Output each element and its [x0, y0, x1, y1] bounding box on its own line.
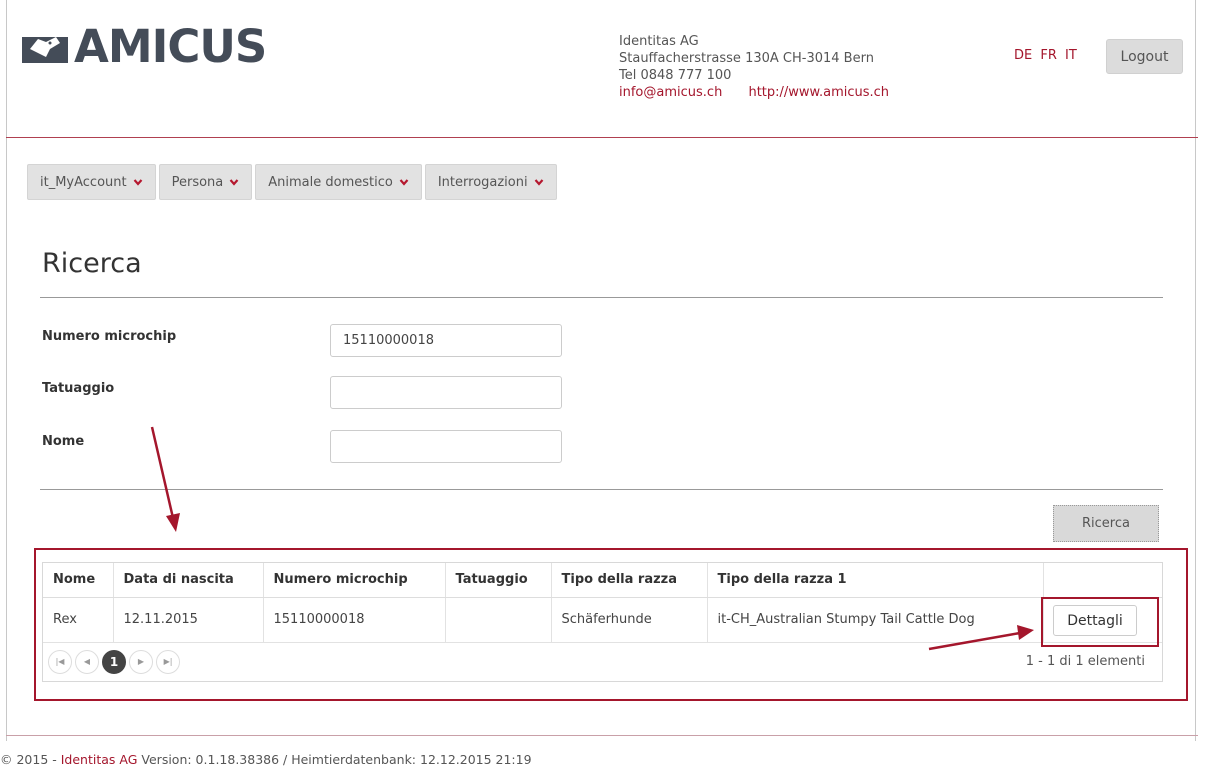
col-header-data-nascita[interactable]: Data di nascita — [113, 563, 264, 598]
col-header-actions — [1043, 563, 1162, 598]
microchip-input[interactable] — [330, 324, 562, 357]
company-phone: Tel 0848 777 100 — [619, 68, 732, 83]
nav-label: Animale domestico — [268, 174, 393, 190]
dog-logo-icon — [22, 36, 68, 63]
name-label: Nome — [42, 434, 85, 449]
cell-nome: Rex — [43, 597, 114, 643]
col-header-tatuaggio[interactable]: Tatuaggio — [445, 563, 552, 598]
chevron-down-icon — [534, 179, 543, 186]
nav-label: Persona — [171, 174, 224, 190]
lang-de-link[interactable]: DE — [1014, 48, 1032, 63]
tattoo-label: Tatuaggio — [42, 381, 115, 396]
footer-company-link[interactable]: Identitas AG — [61, 752, 138, 767]
results-grid: Nome Data di nascita Numero microchip Ta… — [42, 562, 1163, 682]
company-name: Identitas AG — [619, 34, 699, 49]
prev-page-icon[interactable]: ◀ — [75, 649, 99, 674]
pager: |◀ ◀ 1 ▶ ▶| — [48, 649, 180, 674]
last-page-icon[interactable]: ▶| — [156, 649, 180, 674]
name-input[interactable] — [330, 430, 562, 463]
results-table: Nome Data di nascita Numero microchip Ta… — [43, 563, 1162, 643]
next-page-icon[interactable]: ▶ — [129, 649, 153, 674]
footer-version: Version: 0.1.18.38386 / Heimtierdatenban… — [137, 752, 532, 767]
footer-divider — [6, 735, 1198, 736]
nav-interrogazioni[interactable]: Interrogazioni — [424, 164, 557, 200]
page-title: Ricerca — [42, 248, 142, 279]
logout-button[interactable]: Logout — [1106, 39, 1183, 74]
company-email-link[interactable]: info@amicus.ch — [619, 85, 722, 100]
cell-razza-1: it-CH_Australian Stumpy Tail Cattle Dog — [707, 597, 1044, 643]
nav-my-account[interactable]: it_MyAccount — [27, 164, 156, 200]
pager-info: 1 - 1 di 1 elementi — [1025, 654, 1145, 669]
table-row[interactable]: Rex 12.11.2015 15110000018 Schäferhunde … — [43, 597, 1162, 643]
nav-persona[interactable]: Persona — [158, 164, 253, 200]
details-button[interactable]: Dettagli — [1053, 605, 1137, 636]
footer-copyright: © 2015 - — [0, 752, 61, 767]
table-header-row: Nome Data di nascita Numero microchip Ta… — [43, 563, 1162, 598]
tattoo-input[interactable] — [330, 376, 562, 409]
lang-fr-link[interactable]: FR — [1040, 48, 1057, 63]
footer: © 2015 - Identitas AG Version: 0.1.18.38… — [0, 752, 532, 767]
nav-label: Interrogazioni — [437, 174, 528, 190]
col-header-razza[interactable]: Tipo della razza — [551, 563, 708, 598]
amicus-logo[interactable]: AMICUS — [20, 20, 267, 73]
cell-tatuaggio — [445, 597, 552, 643]
col-header-microchip[interactable]: Numero microchip — [263, 563, 446, 598]
chevron-down-icon — [399, 179, 409, 186]
form-divider — [40, 489, 1163, 490]
cell-microchip: 15110000018 — [263, 597, 446, 643]
cell-razza: Schäferhunde — [551, 597, 708, 643]
chevron-down-icon — [229, 179, 239, 186]
lang-it-link[interactable]: IT — [1065, 48, 1077, 63]
first-page-icon[interactable]: |◀ — [48, 649, 72, 674]
main-nav: it_MyAccount Persona Animale domestico I… — [27, 164, 557, 200]
title-divider — [40, 297, 1163, 298]
nav-animale-domestico[interactable]: Animale domestico — [255, 164, 422, 200]
microchip-label: Numero microchip — [42, 329, 177, 344]
col-header-razza-1[interactable]: Tipo della razza 1 — [707, 563, 1044, 598]
company-address: Stauffacherstrasse 130A CH-3014 Bern — [619, 51, 874, 66]
col-header-nome[interactable]: Nome — [43, 563, 114, 598]
company-website-link[interactable]: http://www.amicus.ch — [748, 85, 889, 100]
search-button[interactable]: Ricerca — [1053, 505, 1159, 542]
pager-row: |◀ ◀ 1 ▶ ▶| 1 - 1 di 1 elementi — [43, 643, 1162, 681]
language-switcher: DE FR IT — [1014, 48, 1081, 63]
page-number-button[interactable]: 1 — [102, 649, 126, 674]
cell-data-nascita: 12.11.2015 — [113, 597, 264, 643]
nav-label: it_MyAccount — [40, 174, 127, 190]
logo-wordmark: AMICUS — [74, 20, 267, 73]
company-info: Identitas AG Stauffacherstrasse 130A CH-… — [619, 33, 889, 101]
chevron-down-icon — [133, 179, 142, 186]
header-divider — [6, 137, 1198, 138]
